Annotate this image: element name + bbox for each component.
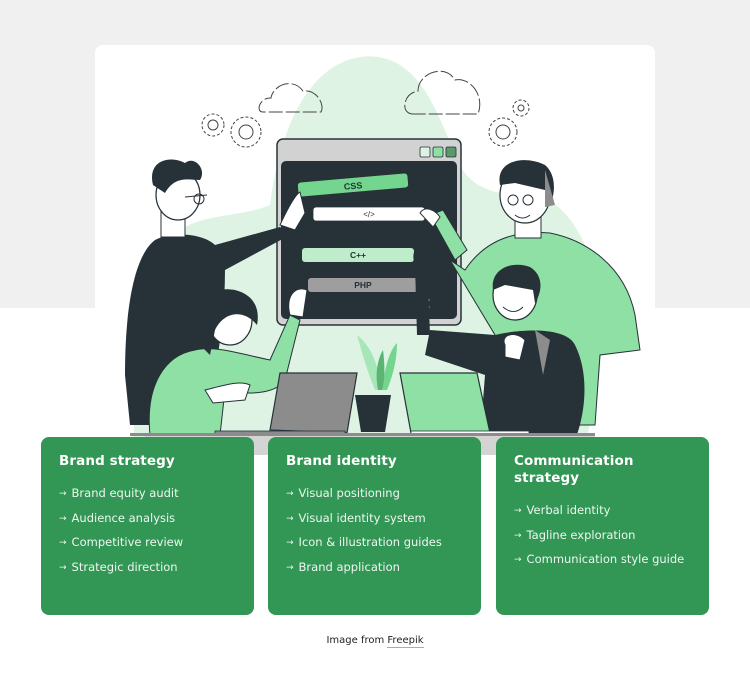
list-item: → Verbal identity [514, 499, 691, 524]
code-bar-php: PHP [308, 278, 418, 292]
code-bar-cpp: C++ [302, 248, 414, 262]
arrow-right-icon: → [59, 513, 67, 524]
list-item: → Tagline exploration [514, 524, 691, 549]
svg-text:PHP: PHP [354, 280, 372, 290]
svg-text:</>: </> [363, 210, 375, 219]
list-item: → Visual identity system [286, 507, 463, 532]
laptop-left [269, 372, 358, 434]
card-list: → Brand equity audit → Audience analysis →… [59, 482, 236, 580]
card-communication-strategy: Communication strategy → Verbal identity … [496, 437, 709, 615]
services-cards: Brand strategy → Brand equity audit → Audi… [41, 437, 709, 615]
arrow-right-icon: → [514, 555, 522, 565]
laptop-right [399, 372, 491, 434]
arrow-right-icon: → [286, 513, 294, 524]
card-title: Brand identity [286, 453, 397, 469]
arrow-right-icon: → [514, 506, 522, 516]
desk [130, 433, 595, 436]
credit-prefix: Image from [326, 635, 388, 646]
list-item: → Visual positioning [286, 482, 463, 507]
image-credit: Image from Freepik [0, 635, 750, 648]
list-item: → Communication style guide [514, 548, 691, 573]
list-item: → Brand equity audit [59, 482, 236, 507]
arrow-right-icon: → [59, 489, 67, 499]
list-item: → Strategic direction [59, 556, 236, 581]
card-brand-identity: Brand identity → Visual positioning → Visu… [268, 437, 481, 615]
card-title: Communication strategy [514, 453, 634, 486]
window-button [445, 146, 457, 158]
arrow-right-icon: → [59, 562, 67, 573]
card-title: Brand strategy [59, 453, 175, 469]
list-item: → Audience analysis [59, 507, 236, 532]
window-button [432, 146, 444, 158]
svg-text:CSS: CSS [343, 180, 362, 192]
arrow-right-icon: → [286, 489, 294, 499]
arrow-right-icon: → [286, 562, 294, 573]
card-list: → Visual positioning → Visual identity sys… [286, 482, 463, 580]
svg-text:C++: C++ [350, 250, 366, 260]
arrow-right-icon: → [514, 530, 522, 541]
illustration-card: CSS </> C++ PHP [95, 45, 655, 455]
code-bar-tag: </> [312, 206, 426, 222]
list-item: → Competitive review [59, 531, 236, 556]
list-item: → Brand application [286, 556, 463, 581]
window-button [419, 146, 431, 158]
list-item: → Icon & illustration guides [286, 531, 463, 556]
arrow-right-icon: → [59, 538, 67, 548]
freepik-link[interactable]: Freepik [387, 635, 424, 648]
team-coding-illustration: CSS </> C++ PHP [125, 56, 641, 455]
card-brand-strategy: Brand strategy → Brand equity audit → Audi… [41, 437, 254, 615]
arrow-right-icon: → [286, 538, 294, 548]
card-list: → Verbal identity → Tagline exploration → C… [514, 499, 691, 573]
